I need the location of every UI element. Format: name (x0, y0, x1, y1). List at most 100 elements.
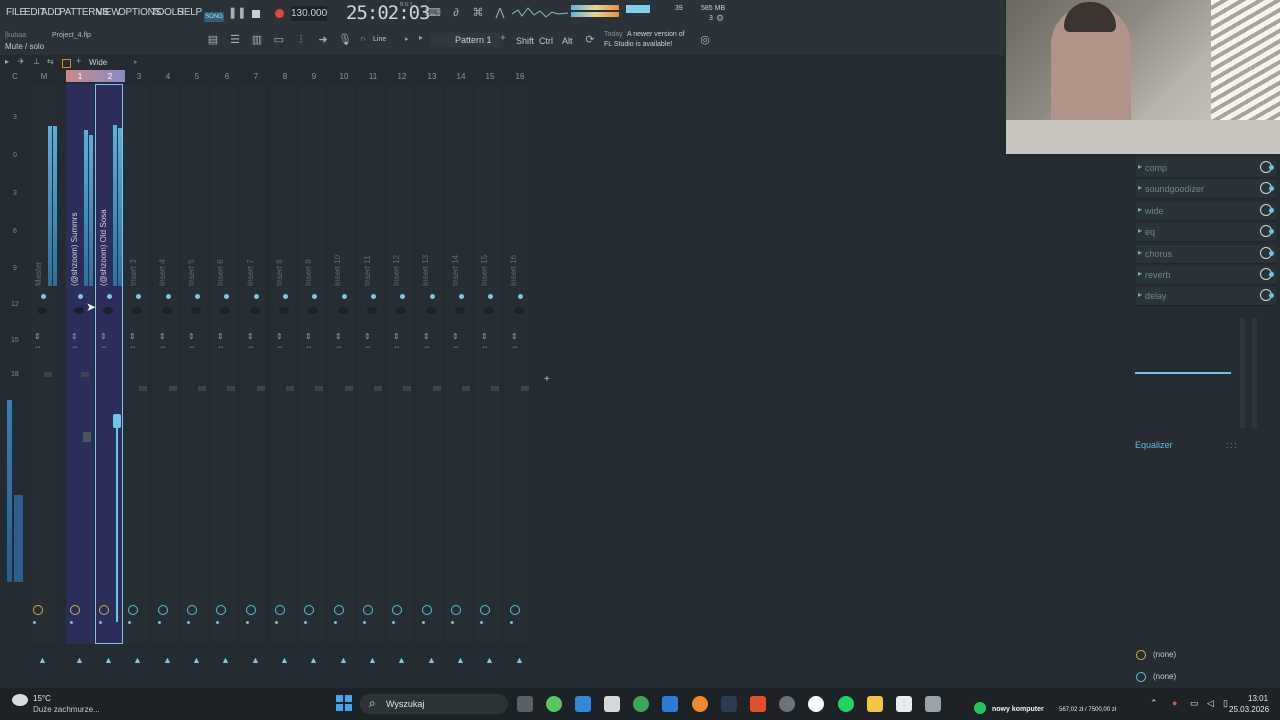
stereo-arrows-icon[interactable]: ⇕ (335, 332, 342, 341)
gear-icon[interactable]: ⚙ (712, 11, 728, 25)
news-line-1[interactable]: A newer version of (627, 31, 685, 38)
volume-fader-slot[interactable] (491, 386, 499, 391)
song-mode-toggle[interactable]: SONG (204, 12, 224, 22)
volume-fader-slot[interactable] (403, 386, 411, 391)
mixer-layout-icon[interactable] (62, 59, 71, 68)
volume-fader-handle-track-1[interactable] (83, 432, 91, 442)
mixer-arrow-icon[interactable]: ▸ (5, 57, 9, 66)
fx-enable-ring[interactable] (246, 605, 256, 615)
task-view-icon[interactable] (517, 696, 533, 712)
stereo-swap-icon[interactable]: ⇔ (452, 342, 460, 351)
channel-header[interactable]: 3 (131, 72, 147, 81)
song-time-display[interactable]: 25:02:03 (346, 2, 431, 24)
stereo-arrows-icon[interactable]: ⇕ (511, 332, 518, 341)
stereo-arrows-icon[interactable]: ⇕ (452, 332, 459, 341)
volume-fader-slot[interactable] (44, 372, 52, 377)
volume-fader-slot[interactable] (257, 386, 265, 391)
slot-expand-icon[interactable]: ▸ (1138, 162, 1142, 171)
stereo-swap-icon[interactable]: ⇔ (159, 342, 167, 351)
pan-knob-indicator[interactable] (518, 294, 523, 299)
mixer-link-icon[interactable]: ⇆ (47, 57, 54, 66)
stereo-swap-icon[interactable]: ⇔ (276, 342, 284, 351)
stereo-swap-icon[interactable]: ⇔ (247, 342, 255, 351)
volume-fader-slot[interactable] (345, 386, 353, 391)
send-arrow-icon[interactable]: ▲ (280, 655, 289, 665)
browser-icon[interactable]: ▭ (271, 33, 287, 47)
pan-knob-indicator[interactable] (107, 294, 112, 299)
pattern-selector[interactable]: Pattern 1 (430, 33, 500, 47)
mixer-pin-icon[interactable]: ⊥ (33, 57, 40, 66)
input-routing-value[interactable]: (none) (1153, 650, 1176, 659)
stereo-arrows-icon[interactable]: ⇕ (129, 332, 136, 341)
slot-enable-led[interactable] (1269, 272, 1274, 277)
fx-slot[interactable]: ▸ delay (1136, 287, 1276, 307)
slot-expand-icon[interactable]: ▸ (1138, 183, 1142, 192)
stereo-arrows-icon[interactable]: ⇕ (159, 332, 166, 341)
fx-enable-ring[interactable] (422, 605, 432, 615)
channel-header[interactable]: 14 (453, 72, 469, 81)
pan-knob[interactable] (455, 307, 465, 314)
mixer-view-mode[interactable]: Wide (89, 58, 107, 67)
volume-fader-slot[interactable] (198, 386, 206, 391)
taskbar-notification[interactable]: nowy komputer (992, 706, 1044, 713)
clock-date[interactable]: 25.03.2026 (1229, 705, 1269, 714)
mixer-track-5[interactable] (182, 84, 208, 644)
pan-knob[interactable] (74, 307, 84, 314)
stereo-arrows-icon[interactable]: ⇕ (71, 332, 78, 341)
volume-fader-handle-track-2[interactable] (113, 414, 121, 428)
pan-knob[interactable] (103, 307, 113, 314)
pan-knob[interactable] (37, 307, 47, 314)
pan-knob-indicator[interactable] (283, 294, 288, 299)
mixer-track-15[interactable] (475, 84, 501, 644)
browser-app-icon[interactable] (692, 696, 708, 712)
send-arrow-icon[interactable]: ▲ (339, 655, 348, 665)
maps-icon[interactable] (633, 696, 649, 712)
stereo-swap-icon[interactable]: ⇔ (423, 342, 431, 351)
pan-knob-indicator[interactable] (459, 294, 464, 299)
channel-header[interactable]: 13 (424, 72, 440, 81)
fx-enable-ring[interactable] (99, 605, 109, 615)
channel-header[interactable]: 10 (336, 72, 352, 81)
track-volume-slider[interactable] (1252, 318, 1257, 428)
send-arrow-icon[interactable]: ▲ (368, 655, 377, 665)
windows-start-icon[interactable] (336, 695, 352, 711)
send-arrow-icon[interactable]: ▲ (104, 655, 113, 665)
eq-controls-icon[interactable]: ⁚ ⁚ ⁚ (1226, 442, 1237, 450)
stereo-arrows-icon[interactable]: ⇕ (247, 332, 254, 341)
channel-header[interactable]: 9 (306, 72, 322, 81)
stereo-swap-icon[interactable]: ⇔ (129, 342, 137, 351)
send-arrow-icon[interactable]: ▲ (456, 655, 465, 665)
slot-expand-icon[interactable]: ▸ (1138, 290, 1142, 299)
xbox-app-icon[interactable] (546, 696, 562, 712)
channel-header[interactable]: M (36, 72, 52, 81)
volume-fader-slot[interactable] (81, 372, 89, 377)
stereo-swap-icon[interactable]: ⇔ (305, 342, 313, 351)
channel-header[interactable]: 2 (102, 72, 118, 81)
add-pattern-icon[interactable]: + (500, 33, 506, 44)
pan-knob-indicator[interactable] (430, 294, 435, 299)
stereo-arrows-icon[interactable]: ⇕ (276, 332, 283, 341)
pan-knob[interactable] (338, 307, 348, 314)
mixer-track-6[interactable] (211, 84, 237, 644)
stereo-separation-slider[interactable] (1240, 318, 1245, 428)
stereo-arrows-icon[interactable]: ⇕ (188, 332, 195, 341)
fx-enable-ring[interactable] (304, 605, 314, 615)
stereo-swap-icon[interactable]: ⇔ (71, 342, 79, 351)
send-arrow-icon[interactable]: ▲ (221, 655, 230, 665)
fx-enable-ring[interactable] (451, 605, 461, 615)
pan-knob-indicator[interactable] (342, 294, 347, 299)
pan-knob-indicator[interactable] (400, 294, 405, 299)
shift-key[interactable]: Shift (516, 36, 534, 46)
microphone-icon[interactable]: 🎙 (337, 33, 353, 47)
pan-knob-indicator[interactable] (41, 294, 46, 299)
channel-header[interactable]: 16 (512, 72, 528, 81)
send-arrow-icon[interactable]: ▲ (38, 655, 47, 665)
mixer-view-arrow-icon[interactable]: ▸ (134, 58, 138, 66)
channel-header[interactable]: 4 (160, 72, 176, 81)
pan-knob[interactable] (484, 307, 494, 314)
mixer-track-9[interactable] (299, 84, 325, 644)
stereo-swap-icon[interactable]: ⇔ (481, 342, 489, 351)
pan-knob[interactable] (308, 307, 318, 314)
channel-header[interactable]: 1 (72, 72, 88, 81)
send-arrow-icon[interactable]: ▲ (485, 655, 494, 665)
